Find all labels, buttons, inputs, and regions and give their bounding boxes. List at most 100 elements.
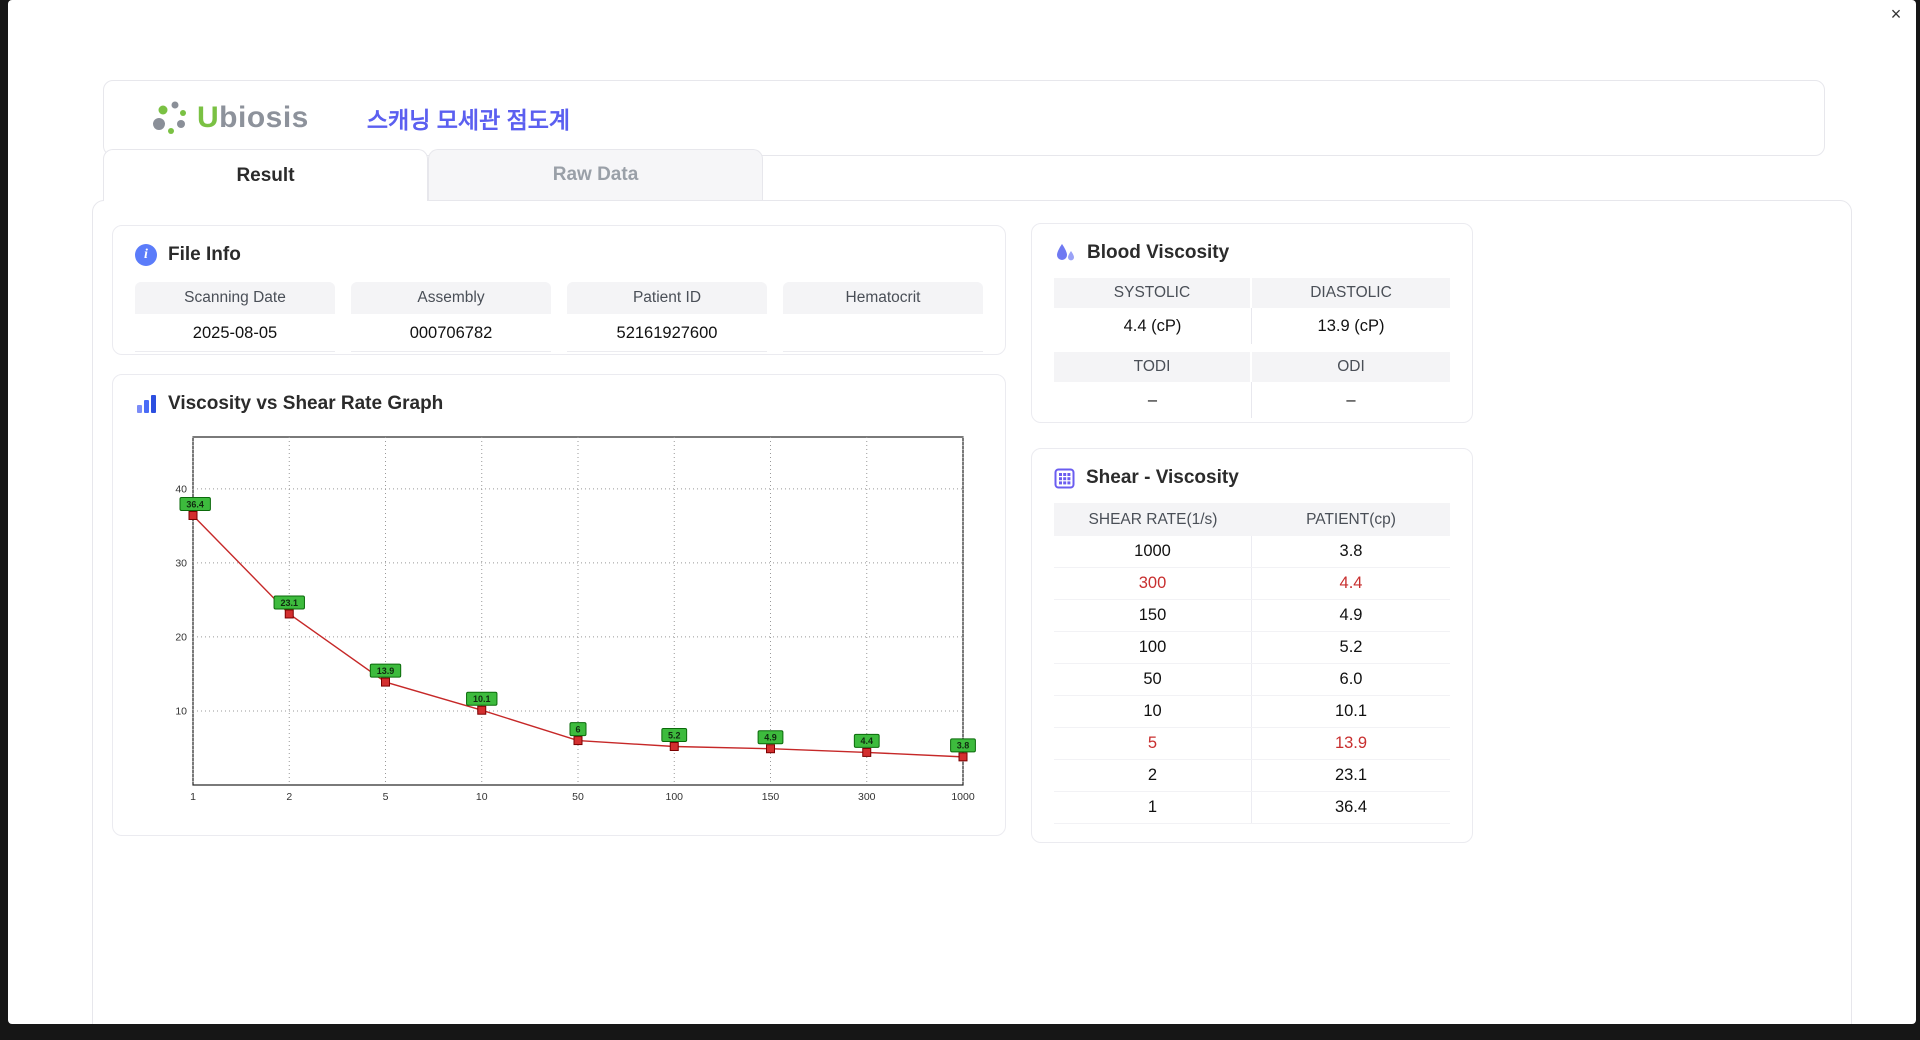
field-label: Assembly	[351, 282, 551, 314]
table-row: 150 4.9	[1054, 600, 1450, 632]
file-info-title: i File Info	[135, 244, 983, 266]
shear-cell: 50	[1054, 664, 1252, 695]
svg-text:2: 2	[286, 791, 292, 803]
graph-title: Viscosity vs Shear Rate Graph	[135, 393, 983, 415]
field-patient-id: Patient ID 52161927600	[567, 282, 767, 352]
brand-letter-u: U	[197, 101, 220, 134]
content-panel: i File Info Scanning Date 2025-08-05 Ass…	[92, 200, 1852, 1024]
grid-calculator-icon	[1054, 468, 1075, 489]
graph-title-text: Viscosity vs Shear Rate Graph	[168, 393, 444, 414]
shear-viscosity-table: SHEAR RATE(1/s) PATIENT(cp) 1000 3.8 300…	[1054, 503, 1450, 824]
shear-viscosity-title-text: Shear - Viscosity	[1086, 467, 1239, 488]
shear-cell: 300	[1054, 568, 1252, 599]
table-row: 1 36.4	[1054, 792, 1450, 824]
svg-text:4.4: 4.4	[860, 736, 873, 746]
divider	[1054, 344, 1450, 352]
systolic-label: SYSTOLIC	[1054, 278, 1252, 308]
file-info-title-text: File Info	[168, 244, 241, 265]
svg-text:36.4: 36.4	[186, 499, 204, 509]
table-row: 100 5.2	[1054, 632, 1450, 664]
svg-text:6: 6	[575, 724, 580, 734]
blood-viscosity-title-text: Blood Viscosity	[1087, 242, 1230, 263]
table-row: 50 6.0	[1054, 664, 1450, 696]
info-icon: i	[135, 244, 157, 266]
water-drop-icon	[1054, 242, 1076, 264]
svg-text:20: 20	[175, 631, 187, 643]
diastolic-value: 13.9 (cP)	[1317, 317, 1385, 335]
viscosity-shear-chart: 10 20 30 40 1 2 5 10 50 100 150 300 1000 36.4 23.1 13.9…	[175, 436, 976, 803]
close-button[interactable]: ×	[1884, 2, 1908, 26]
tab-raw-data[interactable]: Raw Data	[428, 149, 763, 200]
shear-cell: 100	[1054, 632, 1252, 663]
field-label: Hematocrit	[783, 282, 983, 314]
svg-text:30: 30	[175, 557, 187, 569]
shear-viscosity-title: Shear - Viscosity	[1054, 467, 1450, 489]
patient-cell: 10.1	[1334, 702, 1368, 720]
todi-value: –	[1054, 382, 1252, 418]
svg-text:40: 40	[175, 483, 187, 495]
brand-logo: Ubiosis	[149, 97, 309, 139]
table-row: 5 13.9	[1054, 728, 1450, 760]
field-label: Scanning Date	[135, 282, 335, 314]
svg-text:13.9: 13.9	[377, 666, 395, 676]
odi-label: ODI	[1252, 352, 1450, 382]
odi-value: –	[1346, 391, 1356, 409]
table-header-row: SHEAR RATE(1/s) PATIENT(cp)	[1054, 503, 1450, 536]
shear-cell: 1	[1054, 792, 1252, 823]
header-card: Ubiosis 스캐닝 모세관 점도계	[103, 80, 1825, 156]
file-info-fields: Scanning Date 2025-08-05 Assembly 000706…	[135, 282, 983, 352]
field-value: 52161927600	[567, 314, 767, 352]
svg-text:3.8: 3.8	[957, 741, 970, 751]
blood-viscosity-grid: SYSTOLIC DIASTOLIC 4.4 (cP) 13.9 (cP) TO…	[1054, 278, 1450, 418]
field-hematocrit: Hematocrit	[783, 282, 983, 352]
graph-card: Viscosity vs Shear Rate Graph 10 20 30 40 1 2…	[112, 374, 1006, 836]
diastolic-label: DIASTOLIC	[1252, 278, 1450, 308]
svg-text:1000: 1000	[951, 791, 975, 803]
field-assembly: Assembly 000706782	[351, 282, 551, 352]
table-row: 10 10.1	[1054, 696, 1450, 728]
svg-text:10.1: 10.1	[473, 694, 491, 704]
shear-cell: 150	[1054, 600, 1252, 631]
field-value: 2025-08-05	[135, 314, 335, 352]
shear-cell: 10	[1054, 696, 1252, 727]
field-value	[783, 314, 983, 352]
patient-cell: 13.9	[1334, 734, 1368, 752]
app-window: × Ubiosis 스캐닝 모세관 점도계 Result Raw Data i …	[8, 0, 1916, 1024]
tab-result[interactable]: Result	[103, 149, 428, 201]
shear-viscosity-card: Shear - Viscosity SHEAR RATE(1/s) PATIEN…	[1031, 448, 1473, 843]
todi-label: TODI	[1054, 352, 1252, 382]
ubiosis-logo-icon	[149, 97, 191, 139]
svg-text:150: 150	[762, 791, 780, 803]
svg-text:1: 1	[190, 791, 196, 803]
patient-cell: 23.1	[1334, 766, 1368, 784]
field-label: Patient ID	[567, 282, 767, 314]
patient-cell: 6.0	[1339, 670, 1363, 688]
blood-viscosity-title: Blood Viscosity	[1054, 242, 1450, 264]
brand-text: Ubiosis	[197, 101, 309, 135]
col-patient: PATIENT(cp)	[1306, 511, 1396, 528]
patient-cell: 4.9	[1339, 606, 1363, 624]
shear-cell: 2	[1054, 760, 1252, 791]
patient-cell: 3.8	[1339, 542, 1363, 560]
svg-text:4.9: 4.9	[764, 733, 777, 743]
field-value: 000706782	[351, 314, 551, 352]
table-row: 2 23.1	[1054, 760, 1450, 792]
svg-text:50: 50	[572, 791, 584, 803]
shear-cell: 1000	[1054, 536, 1252, 567]
bar-chart-icon	[135, 393, 157, 415]
svg-text:100: 100	[665, 791, 683, 803]
file-info-card: i File Info Scanning Date 2025-08-05 Ass…	[112, 225, 1006, 355]
table-row: 300 4.4	[1054, 568, 1450, 600]
svg-text:300: 300	[858, 791, 876, 803]
svg-text:5.2: 5.2	[668, 730, 681, 740]
patient-cell: 4.4	[1339, 574, 1363, 592]
patient-cell: 5.2	[1339, 638, 1363, 656]
viscosity-chart-wrap: 10 20 30 40 1 2 5 10 50 100 150 300 1000 36.4 23.1 13.9…	[163, 429, 983, 816]
brand-rest: biosis	[219, 101, 309, 134]
blood-viscosity-card: Blood Viscosity SYSTOLIC DIASTOLIC 4.4 (…	[1031, 223, 1473, 423]
col-shear-rate: SHEAR RATE(1/s)	[1088, 511, 1218, 528]
svg-text:5: 5	[383, 791, 389, 803]
svg-text:23.1: 23.1	[280, 598, 298, 608]
app-title: 스캐닝 모세관 점도계	[366, 107, 571, 133]
svg-text:10: 10	[476, 791, 488, 803]
